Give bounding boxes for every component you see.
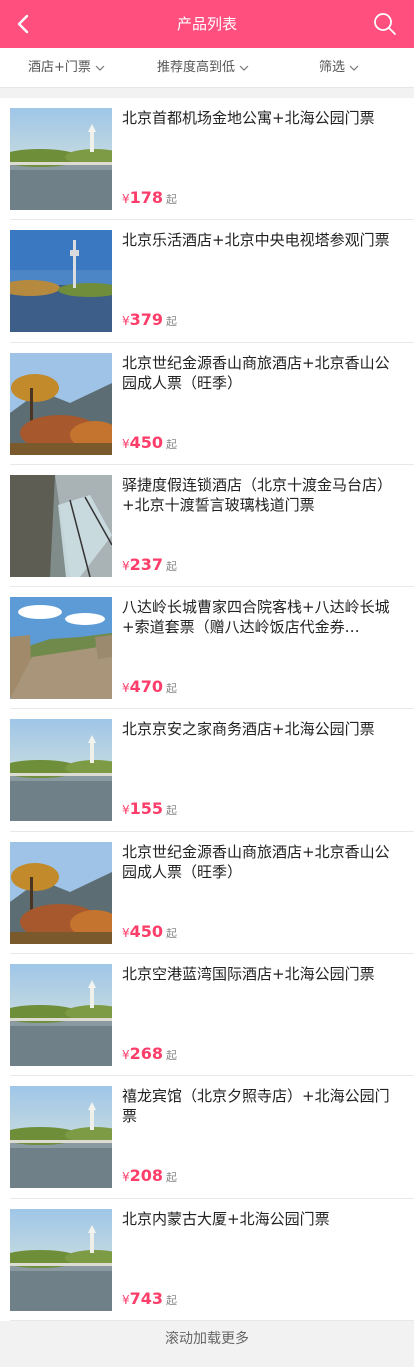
product-price: 268 <box>129 1044 164 1064</box>
product-photo <box>10 1086 112 1189</box>
price-unit: 起 <box>166 1049 178 1063</box>
price-line: ¥237 起 <box>122 555 177 574</box>
product-photo <box>10 230 112 333</box>
product-price: 450 <box>129 432 164 452</box>
price-line: ¥178 起 <box>122 188 177 207</box>
price-line: ¥208 起 <box>122 1166 177 1185</box>
filter-screen-label: 筛选 <box>319 60 346 75</box>
price-line: ¥450 起 <box>122 922 177 941</box>
product-name: 禧龙宾馆（北京夕照寺店）+北海公园门票 <box>122 1087 390 1126</box>
price-line: ¥470 起 <box>122 677 177 696</box>
product-name: 驿捷度假连锁酒店（北京十渡金马台店）+北京十渡誓言玻璃栈道门票 <box>122 475 392 514</box>
currency-symbol: ¥ <box>122 1292 130 1307</box>
product-photo <box>10 352 112 455</box>
currency-symbol: ¥ <box>122 925 130 940</box>
currency-symbol: ¥ <box>122 314 130 329</box>
product-price: 178 <box>129 188 164 207</box>
price-unit: 起 <box>166 437 178 451</box>
price-unit: 起 <box>166 682 178 696</box>
filter-category[interactable]: 酒店+门票 <box>28 48 105 88</box>
list-item[interactable]: 北京世纪金源香山商旅酒店+北京香山公园成人票（旺季） ¥450 起 <box>0 832 414 955</box>
product-name: 北京空港蓝湾国际酒店+北海公园门票 <box>122 965 375 984</box>
currency-symbol: ¥ <box>122 681 130 696</box>
product-price: 155 <box>129 799 164 819</box>
price-line: ¥450 起 <box>122 433 177 452</box>
price-unit: 起 <box>166 1293 178 1307</box>
currency-symbol: ¥ <box>122 1048 130 1063</box>
product-name: 北京乐活酒店+北京中央电视塔参观门票 <box>122 231 390 250</box>
price-unit: 起 <box>166 926 178 940</box>
product-price: 450 <box>129 921 164 941</box>
list-item[interactable]: 北京首都机场金地公寓+北海公园门票 ¥178 起 <box>0 98 414 221</box>
product-name: 北京世纪金源香山商旅酒店+北京香山公园成人票（旺季） <box>122 353 390 392</box>
load-more-text: 滚动加载更多 <box>0 1321 414 1367</box>
price-unit: 起 <box>166 315 178 329</box>
list-item[interactable]: 八达岭长城曹家四合院客栈+八达岭长城+索道套票（赠八达岭饭店代金券… ¥470 起 <box>0 587 414 710</box>
top-bar: 产品列表 <box>0 0 414 48</box>
product-photo <box>10 108 112 210</box>
price-unit: 起 <box>166 1171 178 1185</box>
chevron-down-icon <box>239 65 249 71</box>
product-photo <box>10 474 112 577</box>
currency-symbol: ¥ <box>122 436 130 451</box>
price-line: ¥268 起 <box>122 1044 177 1063</box>
product-photo <box>10 597 112 700</box>
list-item[interactable]: 禧龙宾馆（北京夕照寺店）+北海公园门票 ¥208 起 <box>0 1076 414 1199</box>
list-item[interactable]: 北京京安之家商务酒店+北海公园门票 ¥155 起 <box>0 709 414 832</box>
search-icon[interactable] <box>372 11 398 37</box>
filter-sort-label: 推荐度高到低 <box>157 60 236 75</box>
product-name: 八达岭长城曹家四合院客栈+八达岭长城+索道套票（赠八达岭饭店代金券… <box>122 598 390 637</box>
product-photo <box>10 719 112 822</box>
currency-symbol: ¥ <box>122 192 130 206</box>
currency-symbol: ¥ <box>122 803 130 818</box>
chevron-down-icon <box>349 65 359 71</box>
price-unit: 起 <box>166 193 178 206</box>
product-name: 北京世纪金源香山商旅酒店+北京香山公园成人票（旺季） <box>122 842 390 881</box>
product-price: 470 <box>129 677 164 697</box>
price-line: ¥743 起 <box>122 1289 177 1308</box>
product-price: 208 <box>129 1166 164 1186</box>
product-name: 北京京安之家商务酒店+北海公园门票 <box>122 720 375 739</box>
product-photo <box>10 1208 112 1311</box>
filter-sort[interactable]: 推荐度高到低 <box>157 48 249 88</box>
list-item[interactable]: 北京世纪金源香山商旅酒店+北京香山公园成人票（旺季） ¥450 起 <box>0 343 414 465</box>
product-price: 379 <box>129 310 164 330</box>
list-item[interactable]: 北京内蒙古大厦+北海公园门票 ¥743 起 <box>0 1199 414 1321</box>
chevron-down-icon <box>95 65 105 71</box>
price-unit: 起 <box>166 804 178 818</box>
product-list: 北京首都机场金地公寓+北海公园门票 ¥178 起 北京乐活酒店+北京中央电视塔参观… <box>0 98 414 1321</box>
currency-symbol: ¥ <box>122 558 130 573</box>
price-line: ¥155 起 <box>122 799 177 818</box>
price-line: ¥379 起 <box>122 310 177 329</box>
filter-bar: 酒店+门票 推荐度高到低 筛选 <box>0 48 414 88</box>
price-unit: 起 <box>166 559 178 573</box>
page-title: 产品列表 <box>176 15 237 33</box>
product-name: 北京首都机场金地公寓+北海公园门票 <box>122 109 375 127</box>
filter-screen[interactable]: 筛选 <box>319 48 359 88</box>
list-item[interactable]: 驿捷度假连锁酒店（北京十渡金马台店）+北京十渡誓言玻璃栈道门票 ¥237 起 <box>0 465 414 588</box>
product-photo <box>10 841 112 944</box>
list-item[interactable]: 北京空港蓝湾国际酒店+北海公园门票 ¥268 起 <box>0 954 414 1077</box>
filter-category-label: 酒店+门票 <box>28 60 91 75</box>
list-item[interactable]: 北京乐活酒店+北京中央电视塔参观门票 ¥379 起 <box>0 220 414 343</box>
product-price: 237 <box>129 554 164 574</box>
product-name: 北京内蒙古大厦+北海公园门票 <box>122 1209 330 1228</box>
product-price: 743 <box>129 1288 164 1308</box>
currency-symbol: ¥ <box>122 1170 130 1185</box>
product-photo <box>10 964 112 1067</box>
